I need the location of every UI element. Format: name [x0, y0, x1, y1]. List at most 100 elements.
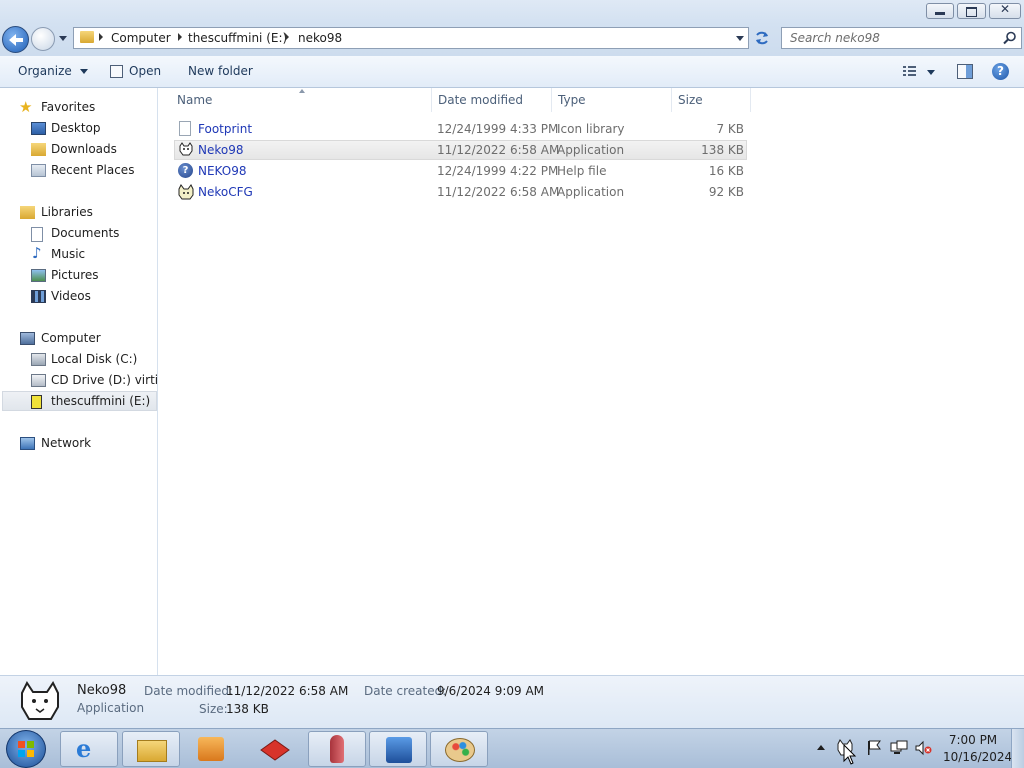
details-date-created: 9/6/2024 9:09 AM	[437, 684, 545, 698]
taskbar-explorer[interactable]	[122, 731, 180, 767]
file-type: Application	[557, 185, 625, 199]
taskbar-app[interactable]	[369, 731, 427, 767]
show-desktop-button[interactable]	[1011, 729, 1024, 768]
search-icon[interactable]	[1003, 31, 1017, 45]
libraries-icon	[20, 206, 35, 219]
nav-thescuffmini[interactable]: thescuffmini (E:)	[51, 391, 150, 411]
refresh-icon	[756, 31, 768, 45]
column-header-type[interactable]: Type	[558, 93, 586, 107]
pictures-icon	[31, 269, 46, 282]
nav-documents[interactable]: Documents	[51, 223, 119, 243]
taskbar-paint[interactable]	[430, 731, 488, 767]
file-type: Help file	[557, 164, 607, 178]
preview-pane-icon	[966, 65, 972, 78]
start-button[interactable]	[6, 730, 46, 768]
breadcrumb-folder[interactable]: neko98	[298, 31, 342, 45]
file-row-selected[interactable]: Neko98 11/12/2022 6:58 AM Application 13…	[174, 140, 747, 160]
organize-button[interactable]: Organize	[18, 64, 88, 78]
explorer-icon	[137, 740, 167, 762]
minimize-button[interactable]	[926, 3, 954, 19]
nav-local-disk[interactable]: Local Disk (C:)	[51, 349, 137, 369]
recent-places-icon	[31, 164, 46, 177]
file-type: Icon library	[557, 122, 625, 136]
breadcrumb-drive[interactable]: thescuffmini (E:)	[188, 31, 287, 45]
help-file-icon: ?	[178, 163, 193, 178]
back-button[interactable]	[2, 26, 29, 53]
nav-recent-places[interactable]: Recent Places	[51, 160, 134, 180]
cd-drive-icon	[31, 374, 46, 387]
help-button[interactable]: ?	[992, 63, 1009, 80]
show-hidden-icons-button[interactable]	[817, 745, 825, 750]
volume-muted-icon[interactable]	[914, 740, 932, 756]
file-row[interactable]: ? NEKO98 12/24/1999 4:22 PM Help file 16…	[174, 161, 747, 181]
organize-label: Organize	[18, 64, 72, 78]
internet-explorer-icon: e	[76, 734, 92, 763]
nav-videos[interactable]: Videos	[51, 286, 91, 306]
restore-button[interactable]	[957, 3, 986, 19]
action-center-flag-icon[interactable]	[866, 740, 882, 756]
clock-date[interactable]: 10/16/2024	[943, 750, 1012, 764]
new-folder-button[interactable]: New folder	[188, 64, 253, 78]
help-icon: ?	[997, 64, 1004, 78]
clock-time[interactable]: 7:00 PM	[943, 733, 1003, 747]
file-date: 11/12/2022 6:58 AM	[437, 185, 560, 199]
nav-music[interactable]: Music	[51, 244, 85, 264]
neko-cat-icon	[179, 142, 193, 156]
details-file-name: Neko98	[77, 683, 127, 698]
nav-favorites[interactable]: Favorites	[41, 97, 95, 117]
document-icon	[179, 121, 191, 136]
file-row[interactable]: Footprint 12/24/1999 4:33 PM Icon librar…	[174, 119, 747, 139]
file-name: Neko98	[198, 143, 244, 157]
column-divider[interactable]	[431, 88, 432, 112]
nav-pictures[interactable]: Pictures	[51, 265, 99, 285]
folder-icon	[80, 31, 94, 43]
local-disk-icon	[31, 353, 46, 366]
minimize-icon	[935, 12, 945, 15]
details-date-modified: 11/12/2022 6:58 AM	[226, 684, 349, 698]
nav-downloads[interactable]: Downloads	[51, 139, 117, 159]
breadcrumb-separator	[178, 33, 182, 41]
column-divider[interactable]	[750, 88, 751, 112]
neko-config-icon	[178, 184, 194, 200]
column-header-name[interactable]: Name	[177, 93, 212, 107]
refresh-button[interactable]	[751, 27, 773, 49]
address-bar[interactable]: Computer thescuffmini (E:) neko98	[73, 27, 749, 49]
column-header-date[interactable]: Date modified	[438, 93, 523, 107]
preview-pane-button[interactable]	[957, 64, 973, 79]
game-icon[interactable]	[259, 738, 291, 762]
file-row[interactable]: NekoCFG 11/12/2022 6:58 AM Application 9…	[174, 182, 747, 202]
change-view-button[interactable]	[902, 64, 936, 80]
nav-computer[interactable]: Computer	[41, 328, 101, 348]
details-size: 138 KB	[226, 702, 269, 716]
file-size: 7 KB	[716, 122, 744, 136]
taskbar: e 7:00 PM 10/16/2024	[0, 728, 1024, 768]
app-icon	[386, 737, 412, 763]
search-input[interactable]: Search neko98	[790, 31, 880, 45]
nav-cd-drive[interactable]: CD Drive (D:) virtio-v	[51, 370, 157, 390]
column-divider[interactable]	[671, 88, 672, 112]
breadcrumb-computer[interactable]: Computer	[111, 31, 171, 45]
neko-cat-large-icon	[21, 681, 59, 720]
music-icon: ♪	[32, 244, 42, 262]
file-type: Application	[557, 143, 625, 157]
search-box[interactable]: Search neko98	[781, 27, 1022, 49]
nav-desktop[interactable]: Desktop	[51, 118, 101, 138]
file-size: 92 KB	[708, 185, 744, 199]
nav-network[interactable]: Network	[41, 433, 91, 453]
open-button[interactable]: Open	[129, 64, 161, 78]
usb-drive-icon	[31, 395, 42, 409]
taskbar-internet-explorer[interactable]: e	[60, 731, 118, 767]
network-icon	[20, 437, 35, 450]
network-tray-icon[interactable]	[890, 740, 908, 756]
column-divider[interactable]	[551, 88, 552, 112]
media-player-icon[interactable]	[198, 737, 224, 761]
details-file-kind: Application	[77, 701, 145, 715]
taskbar-app-rocket[interactable]	[308, 731, 366, 767]
back-arrow-icon	[9, 34, 23, 46]
forward-button[interactable]	[31, 27, 55, 51]
close-button[interactable]: ✕	[989, 2, 1021, 19]
column-header-size[interactable]: Size	[678, 93, 703, 107]
nav-libraries[interactable]: Libraries	[41, 202, 93, 222]
address-history-dropdown[interactable]	[736, 36, 744, 41]
recent-pages-dropdown[interactable]	[59, 36, 67, 41]
